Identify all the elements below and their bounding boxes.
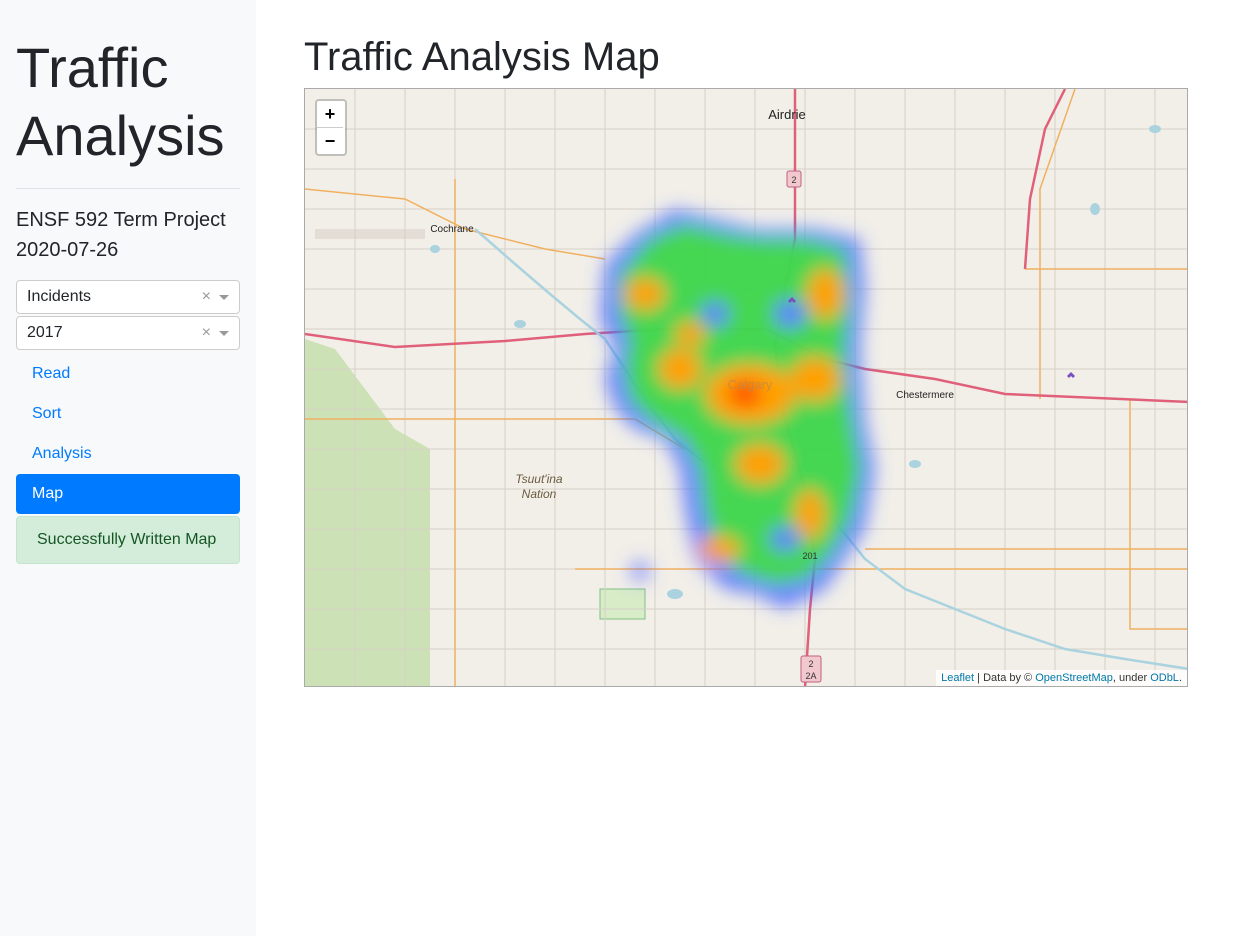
dataset-dropdown[interactable]: Incidents × (16, 280, 240, 314)
year-dropdown-value: 2017 (27, 324, 63, 341)
traffic-heatmap[interactable]: 2 2 2A 201 Airdrie Cochrane Chestermere … (304, 88, 1188, 687)
project-date: 2020-07-26 (16, 239, 119, 261)
sidebar-nav: Read Sort Analysis Map (16, 354, 240, 514)
attribution-text-1: | Data by © (974, 672, 1036, 684)
odbl-link[interactable]: ODbL (1150, 672, 1179, 684)
year-dropdown[interactable]: 2017 × (16, 316, 240, 350)
leaflet-link[interactable]: Leaflet (941, 672, 974, 684)
sidebar: Traffic Analysis ENSF 592 Term Project 2… (0, 0, 256, 936)
label-tsuutina-line1: Tsuut'ina (515, 472, 563, 486)
hwy201-label: 201 (802, 551, 817, 561)
map-attribution: Leaflet | Data by © OpenStreetMap, under… (936, 670, 1187, 686)
hwy2-shield-bottom-label: 2 (808, 659, 813, 669)
hwy2-shield-top-label: 2 (791, 175, 796, 185)
reserve-strip (315, 229, 425, 239)
label-tsuutina-line2: Nation (522, 487, 557, 501)
project-name: ENSF 592 Term Project (16, 209, 226, 231)
label-calgary: Calgary (728, 377, 773, 392)
dataset-dropdown-value: Incidents (27, 288, 92, 305)
dataset-clear-icon[interactable]: × (202, 281, 211, 313)
label-chestermere: Chestermere (896, 390, 954, 401)
sidebar-divider (16, 188, 240, 189)
hwy2a-shield-label: 2A (805, 671, 816, 681)
nav-read[interactable]: Read (16, 354, 240, 394)
nav-map[interactable]: Map (16, 474, 240, 514)
status-alert: Successfully Written Map (16, 516, 240, 564)
dataset-chevron-down-icon[interactable] (219, 295, 229, 300)
attribution-text-3: . (1178, 672, 1182, 684)
nav-sort[interactable]: Sort (16, 394, 240, 434)
zoom-out-button[interactable]: − (317, 128, 343, 154)
year-chevron-down-icon[interactable] (219, 331, 229, 336)
park-area-south (599, 588, 646, 620)
page-title: Traffic Analysis Map (304, 35, 660, 79)
zoom-in-button[interactable]: + (317, 101, 343, 128)
label-cochrane: Cochrane (430, 224, 474, 235)
zoom-control: + − (315, 99, 347, 156)
app-title: Traffic Analysis (16, 0, 240, 170)
osm-link[interactable]: OpenStreetMap (1035, 672, 1113, 684)
nav-analysis[interactable]: Analysis (16, 434, 240, 474)
attribution-text-2: , under (1112, 672, 1151, 684)
label-airdrie: Airdrie (768, 107, 806, 122)
year-clear-icon[interactable]: × (202, 317, 211, 349)
map-canvas[interactable]: 2 2 2A 201 Airdrie Cochrane Chestermere … (305, 89, 1188, 687)
app-title-line1: Traffic (16, 36, 169, 99)
app-title-line2: Analysis (16, 104, 225, 167)
